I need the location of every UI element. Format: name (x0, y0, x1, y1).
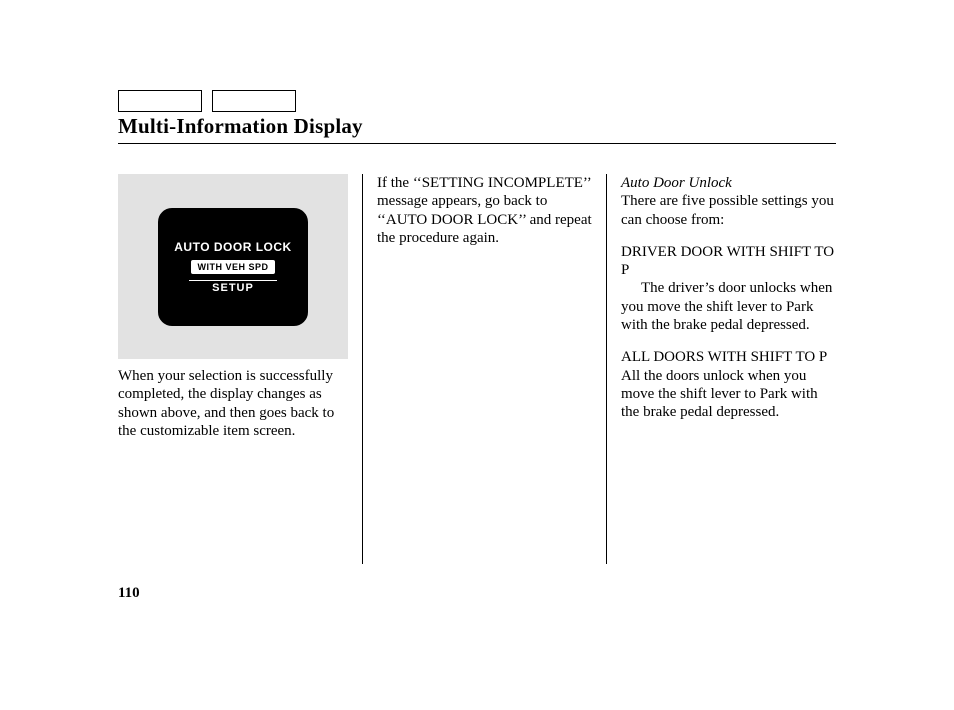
display-line-1: AUTO DOOR LOCK (174, 240, 291, 254)
column-2: If the ‘‘SETTING INCOMPLETE’’ message ap… (362, 174, 606, 564)
page-title: Multi-Information Display (118, 114, 836, 139)
tab-placeholder-2 (212, 90, 296, 112)
option-1-desc-line1: The driver’s door unlocks when (621, 279, 836, 297)
section-heading-auto-door-unlock: Auto Door Unlock (621, 174, 836, 192)
page: Multi-Information Display AUTO DOOR LOCK… (0, 0, 954, 564)
content-columns: AUTO DOOR LOCK WITH VEH SPD SETUP When y… (118, 174, 836, 564)
column-3: Auto Door Unlock There are five possible… (606, 174, 836, 564)
option-1-title: DRIVER DOOR WITH SHIFT TO P (621, 243, 836, 280)
display-setup-label: SETUP (189, 280, 277, 294)
header-tabs (118, 90, 836, 112)
tab-placeholder-1 (118, 90, 202, 112)
col1-paragraph: When your selection is successfully comp… (118, 367, 348, 440)
option-2-title: ALL DOORS WITH SHIFT TO P (621, 348, 836, 366)
display-illustration-bg: AUTO DOOR LOCK WITH VEH SPD SETUP (118, 174, 348, 359)
page-number: 110 (118, 585, 140, 602)
col2-paragraph: If the ‘‘SETTING INCOMPLETE’’ message ap… (377, 174, 592, 247)
col3-intro: There are five possible settings you can… (621, 192, 836, 229)
option-1-desc-line2: you move the shift lever to Park with th… (621, 298, 836, 335)
mid-display-icon: AUTO DOOR LOCK WITH VEH SPD SETUP (158, 208, 308, 326)
title-rule (118, 143, 836, 144)
option-2-desc: All the doors unlock when you move the s… (621, 367, 836, 422)
column-1: AUTO DOOR LOCK WITH VEH SPD SETUP When y… (118, 174, 362, 564)
display-selected-chip: WITH VEH SPD (191, 260, 274, 274)
